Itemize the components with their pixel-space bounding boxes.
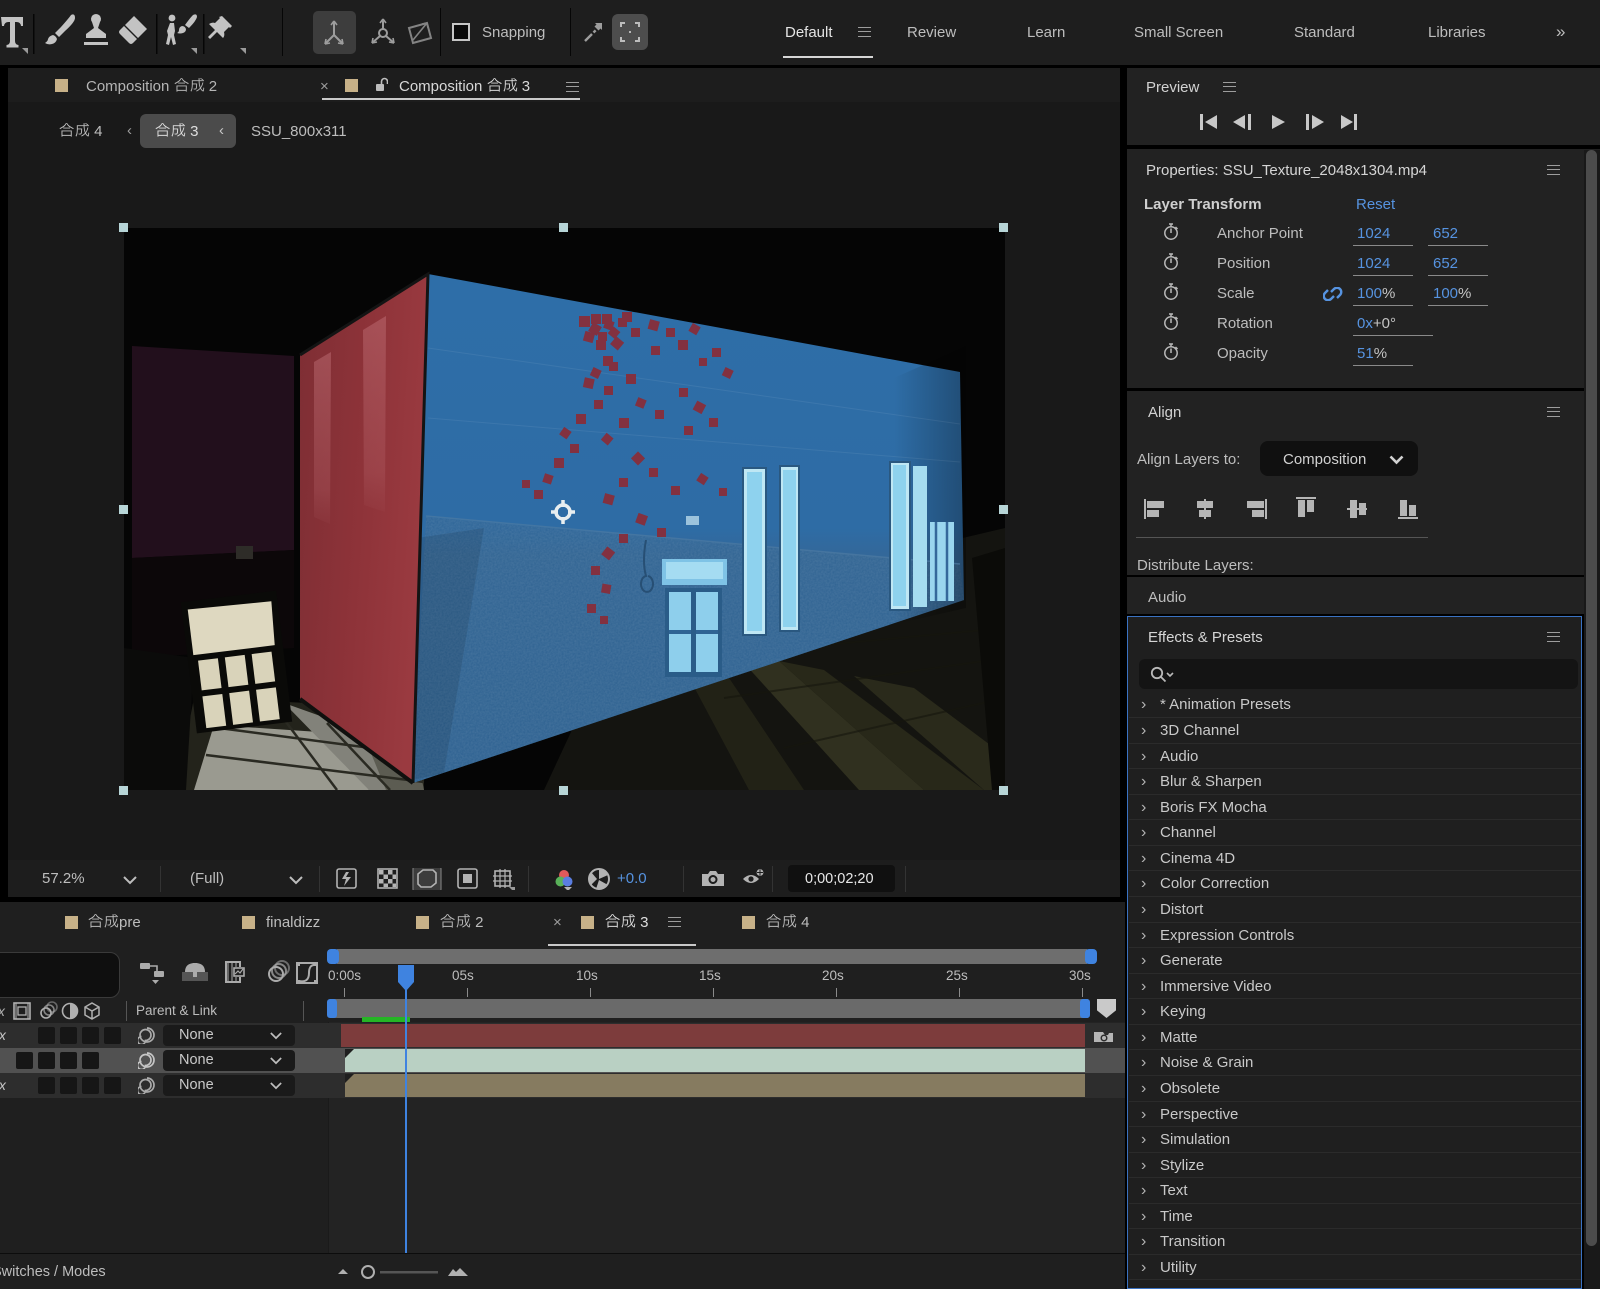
svg-text:fx: fx	[0, 1003, 6, 1019]
